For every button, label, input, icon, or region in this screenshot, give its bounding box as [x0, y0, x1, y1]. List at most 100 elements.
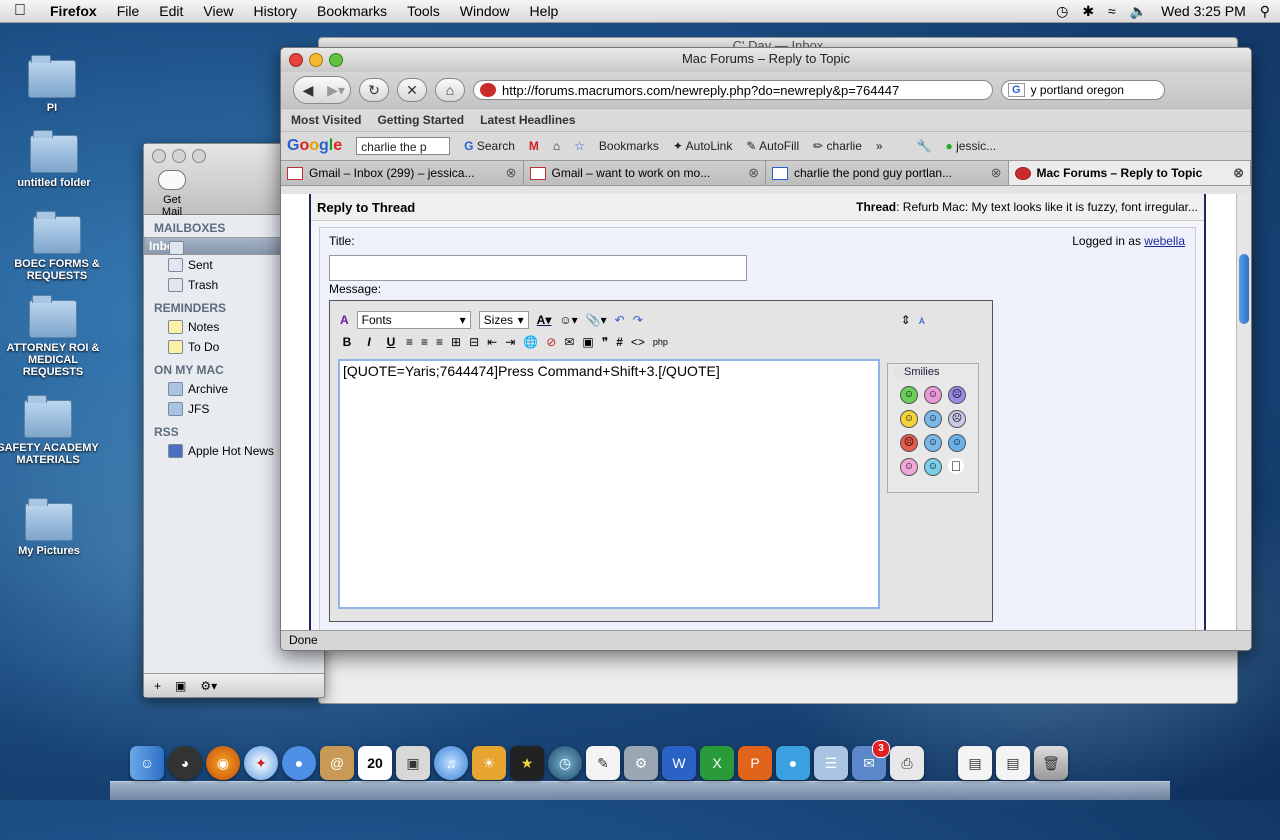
resize-icon[interactable]: ⇕ [901, 313, 911, 327]
php-icon[interactable]: php [653, 337, 668, 347]
powerpoint-icon[interactable]: P [738, 746, 772, 780]
outdent-icon[interactable]: ⇤ [487, 335, 497, 349]
home-button[interactable]: ⌂ [435, 78, 465, 102]
attachment-icon[interactable]: 📎▾ [586, 313, 607, 327]
smiley-frown-icon[interactable]: ☹ [948, 386, 966, 404]
document-stack-icon[interactable]: ▤ [996, 746, 1030, 780]
ical-icon[interactable]: 20 [358, 746, 392, 780]
italic-icon[interactable]: I [362, 335, 376, 349]
desktop-folder-boec[interactable]: BOEC FORMS & REQUESTS [2, 211, 112, 282]
finder-icon[interactable]: ☺ [130, 746, 164, 780]
page-scrollbar[interactable] [1236, 194, 1251, 631]
message-textarea[interactable]: [QUOTE=Yaris;7644474]Press Command+Shift… [338, 359, 880, 609]
menu-app-name[interactable]: Firefox [40, 3, 107, 19]
address-book-icon[interactable]: @ [320, 746, 354, 780]
zoom-button[interactable] [192, 149, 206, 163]
menu-view[interactable]: View [193, 3, 243, 19]
smiley-icon[interactable]: ☺▾ [559, 313, 577, 327]
add-mailbox-button[interactable]: + [154, 679, 161, 693]
minimize-button[interactable] [309, 53, 323, 67]
insert-link-icon[interactable]: 🌐 [523, 335, 538, 349]
username-link[interactable]: webella [1144, 234, 1185, 248]
align-left-icon[interactable]: ≡ [406, 335, 413, 349]
reload-button[interactable]: ↻ [359, 78, 389, 102]
back-button[interactable]: ◀ [294, 82, 322, 99]
menu-help[interactable]: Help [520, 3, 569, 19]
system-preferences-icon[interactable]: ⚙ [624, 746, 658, 780]
word-icon[interactable]: W [662, 746, 696, 780]
desktop-folder-safety[interactable]: SAFETY ACADEMY MATERIALS [0, 395, 103, 466]
close-button[interactable] [152, 149, 166, 163]
autofill-button[interactable]: ✎ AutoFill [746, 139, 799, 153]
apple-icon[interactable]:  [948, 458, 964, 474]
desktop-folder-untitled[interactable]: untitled folder [0, 130, 109, 189]
close-tab-icon[interactable]: ⊗ [991, 165, 1002, 181]
remove-format-icon[interactable]: A [340, 313, 349, 327]
gear-icon[interactable]: ⚙▾ [200, 679, 217, 693]
printer-icon[interactable]: ⎙ [890, 746, 924, 780]
apple-menu-icon[interactable]:  [0, 2, 40, 20]
close-tab-icon[interactable]: ⊗ [506, 165, 517, 181]
time-machine-icon[interactable]: ◷ [1056, 3, 1068, 20]
volume-icon[interactable]: 🔈 [1130, 3, 1147, 20]
safari-icon[interactable]: ✦ [244, 746, 278, 780]
smiley-confused-icon[interactable]: ☺ [924, 410, 942, 428]
smiley-cool-icon[interactable]: ☺ [948, 434, 966, 452]
smiley-wink-icon[interactable]: ☺ [924, 434, 942, 452]
highlight-button[interactable]: ✏ charlie [813, 139, 862, 153]
google-search-button[interactable]: G Search [464, 139, 515, 153]
underline-icon[interactable]: U [384, 335, 398, 349]
scrollbar-thumb[interactable] [1239, 254, 1249, 324]
menu-clock[interactable]: Wed 3:25 PM [1161, 3, 1246, 19]
menu-file[interactable]: File [107, 3, 150, 19]
align-right-icon[interactable]: ≡ [436, 335, 443, 349]
overflow-chevron-icon[interactable]: » [876, 139, 883, 153]
insert-email-icon[interactable]: ✉ [564, 335, 574, 349]
size-select[interactable]: Sizes ▾ [478, 311, 529, 329]
spotlight-icon[interactable]: ⚲ [1260, 3, 1270, 20]
time-machine-icon[interactable]: ◷ [548, 746, 582, 780]
tab-gmail-work[interactable]: Gmail – want to work on mo... ⊗ [523, 161, 766, 185]
url-bar[interactable]: http://forums.macrumors.com/newreply.php… [473, 80, 993, 100]
close-tab-icon[interactable]: ⊗ [748, 165, 759, 181]
get-mail-button[interactable]: Get Mail [152, 170, 192, 218]
smiley-happy-icon[interactable]: ☺ [924, 458, 942, 476]
messenger-icon[interactable]: ● [776, 746, 810, 780]
code-icon[interactable]: <> [631, 335, 645, 349]
excel-icon[interactable]: X [700, 746, 734, 780]
indent-icon[interactable]: ⇥ [505, 335, 515, 349]
bookmark-getting-started[interactable]: Getting Started [377, 113, 464, 127]
forward-button[interactable]: ▶▾ [322, 82, 350, 99]
smiley-smile-icon[interactable]: ☺ [900, 410, 918, 428]
firefox-icon[interactable]: ◉ [206, 746, 240, 780]
google-search-icon[interactable]: G [1008, 83, 1025, 97]
remove-link-icon[interactable]: ⊘ [546, 335, 556, 349]
redo-icon[interactable]: ↷ [633, 313, 643, 327]
desktop-folder-attorney[interactable]: ATTORNEY ROI & MEDICAL REQUESTS [0, 295, 108, 378]
close-button[interactable] [289, 53, 303, 67]
minimize-button[interactable] [172, 149, 186, 163]
preview-icon[interactable]: ▣ [396, 746, 430, 780]
menu-history[interactable]: History [243, 3, 307, 19]
undo-icon[interactable]: ↶ [615, 313, 625, 327]
mail-icon[interactable]: ✉ 3 [852, 740, 890, 780]
menu-tools[interactable]: Tools [397, 3, 450, 19]
smiley-tongue-icon[interactable]: ☺ [900, 458, 918, 476]
menu-edit[interactable]: Edit [149, 3, 193, 19]
iphoto-icon[interactable]: ☀ [472, 746, 506, 780]
wrench-icon[interactable]: 🔧 [917, 139, 932, 153]
menu-window[interactable]: Window [450, 3, 520, 19]
document-icon[interactable]: ▤ [958, 746, 992, 780]
switch-editor-icon[interactable]: ᴀ [919, 313, 925, 327]
smiley-love-icon[interactable]: ☺ [924, 386, 942, 404]
smiley-grin-icon[interactable]: ☺ [900, 386, 918, 404]
dashboard-icon[interactable]: ◕ [168, 746, 202, 780]
trash-icon[interactable]: 🗑 [1034, 746, 1068, 780]
stop-button[interactable]: ✕ [397, 78, 427, 102]
title-input[interactable] [329, 255, 747, 281]
ichat-icon[interactable]: ● [282, 746, 316, 780]
search-bar[interactable]: G y portland oregon [1001, 80, 1165, 100]
home-icon[interactable]: ⌂ [553, 139, 560, 153]
insert-image-icon[interactable]: ▣ [582, 335, 593, 349]
show-photo-icon[interactable]: ▣ [175, 679, 186, 693]
